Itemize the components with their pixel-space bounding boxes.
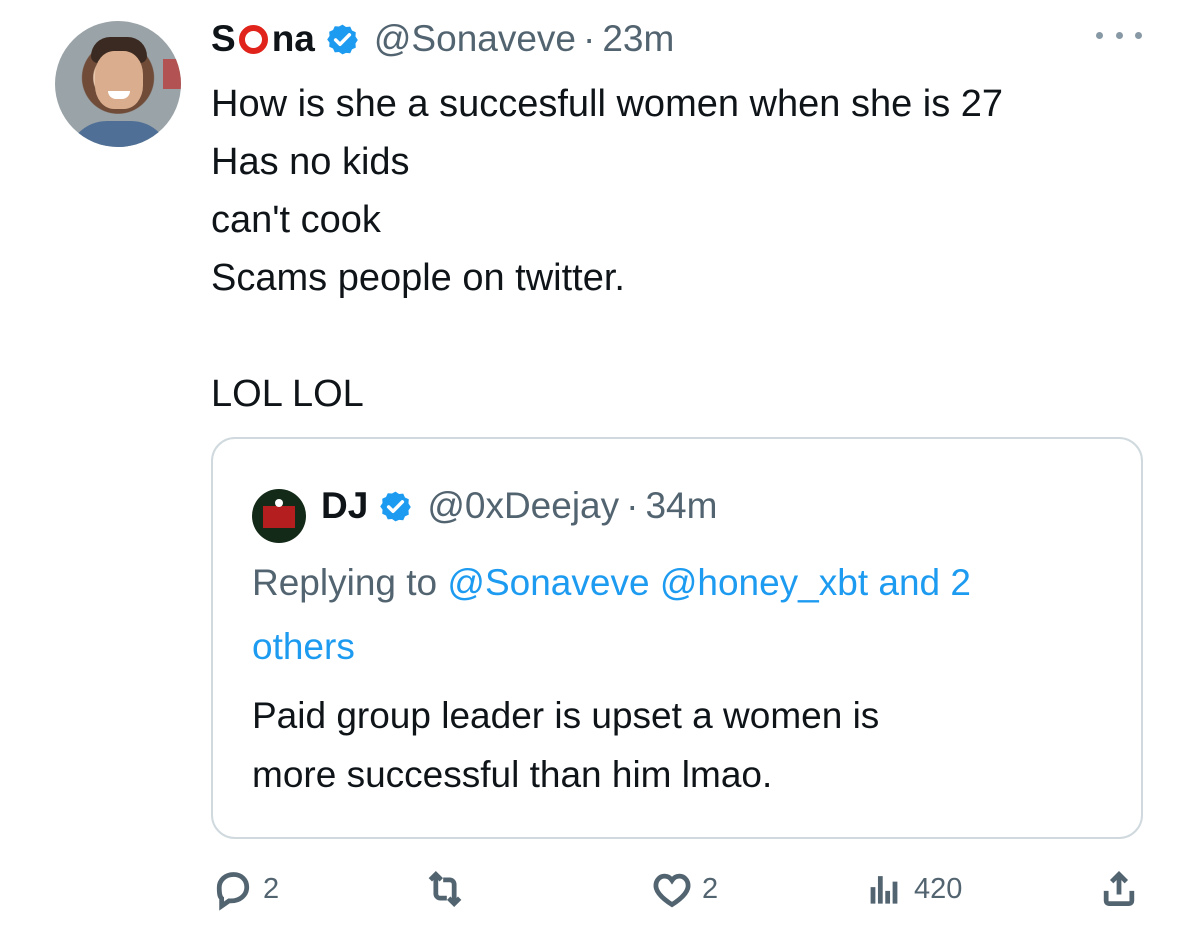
replying-to-line: Replying to @Sonaveve @honey_xbt and 2 o…	[252, 551, 1112, 679]
quoted-header-separator: ·	[626, 485, 639, 526]
tweet-line: Has no kids	[211, 141, 410, 183]
tweet-line: How is she a succesfull women when she i…	[211, 83, 1004, 125]
header-separator: ·	[583, 18, 596, 59]
author-avatar[interactable]	[55, 21, 181, 147]
tweet-header: S na @Sonaveve · 23m	[211, 12, 674, 66]
reply-button[interactable]: 2	[211, 865, 279, 913]
quoted-author-handle[interactable]: @0xDeejay	[427, 485, 619, 527]
analytics-bars-icon	[870, 876, 898, 904]
quoted-tweet-text: Paid group leader is upset a women is mo…	[252, 686, 1112, 804]
mention-others-link[interactable]: others	[252, 626, 355, 667]
tweet-line: LOL LOL	[211, 373, 364, 415]
retweet-icon	[428, 870, 462, 908]
author-handle[interactable]: @Sonaveve	[374, 18, 576, 60]
tweet-line: Scams people on twitter.	[211, 257, 625, 299]
red-circle-logo-icon	[238, 24, 268, 54]
tweet-text: How is she a succesfull women when she i…	[211, 75, 1161, 423]
replying-to-label: Replying to	[252, 562, 438, 603]
quoted-author-avatar[interactable]	[252, 489, 306, 543]
mention-honey-xbt-link[interactable]: @honey_xbt	[660, 562, 868, 603]
quoted-author-name[interactable]: DJ	[321, 485, 368, 527]
quoted-tweet-line: Paid group leader is upset a women is	[252, 695, 880, 736]
like-count: 2	[702, 872, 719, 905]
retweet-button[interactable]	[423, 865, 467, 913]
author-name-first: S	[211, 18, 236, 59]
author-name-last: na	[271, 18, 315, 59]
tweet-actions: 2 2 420	[211, 865, 1141, 913]
mention-and-link[interactable]: and 2	[878, 562, 971, 603]
tweet-time[interactable]: 23m	[602, 18, 674, 60]
reply-count: 2	[263, 872, 280, 905]
tweet-line: can't cook	[211, 199, 381, 241]
avatar-face	[95, 51, 143, 109]
more-dot-icon	[1135, 31, 1142, 39]
more-options-icon[interactable]	[1096, 20, 1142, 50]
verified-badge-icon	[380, 491, 412, 521]
views-button[interactable]: 420	[862, 865, 962, 913]
mention-sonaveve-link[interactable]: @Sonaveve	[447, 562, 649, 603]
reply-icon	[216, 872, 250, 911]
author-name[interactable]: S na	[211, 18, 315, 60]
quoted-tweet-header: DJ @0xDeejay · 34m	[321, 481, 717, 531]
quoted-tweet-card[interactable]: DJ @0xDeejay · 34m Replying to @Sonaveve…	[211, 437, 1143, 839]
heart-icon	[653, 873, 691, 908]
avatar-stage-detail	[263, 506, 295, 528]
like-button[interactable]: 2	[650, 865, 718, 913]
more-dot-icon	[1115, 31, 1123, 39]
share-icon	[1103, 870, 1135, 907]
avatar-background-detail	[163, 59, 181, 89]
avatar-light-detail	[275, 499, 283, 507]
verified-badge-icon	[327, 24, 358, 54]
more-dot-icon	[1096, 31, 1103, 39]
avatar-shirt	[67, 121, 171, 147]
quoted-tweet-line: more successful than him lmao.	[252, 754, 773, 795]
share-button[interactable]	[1097, 865, 1141, 913]
tweet-line	[211, 307, 1161, 365]
quoted-tweet-time[interactable]: 34m	[645, 485, 717, 527]
views-count: 420	[914, 872, 963, 905]
